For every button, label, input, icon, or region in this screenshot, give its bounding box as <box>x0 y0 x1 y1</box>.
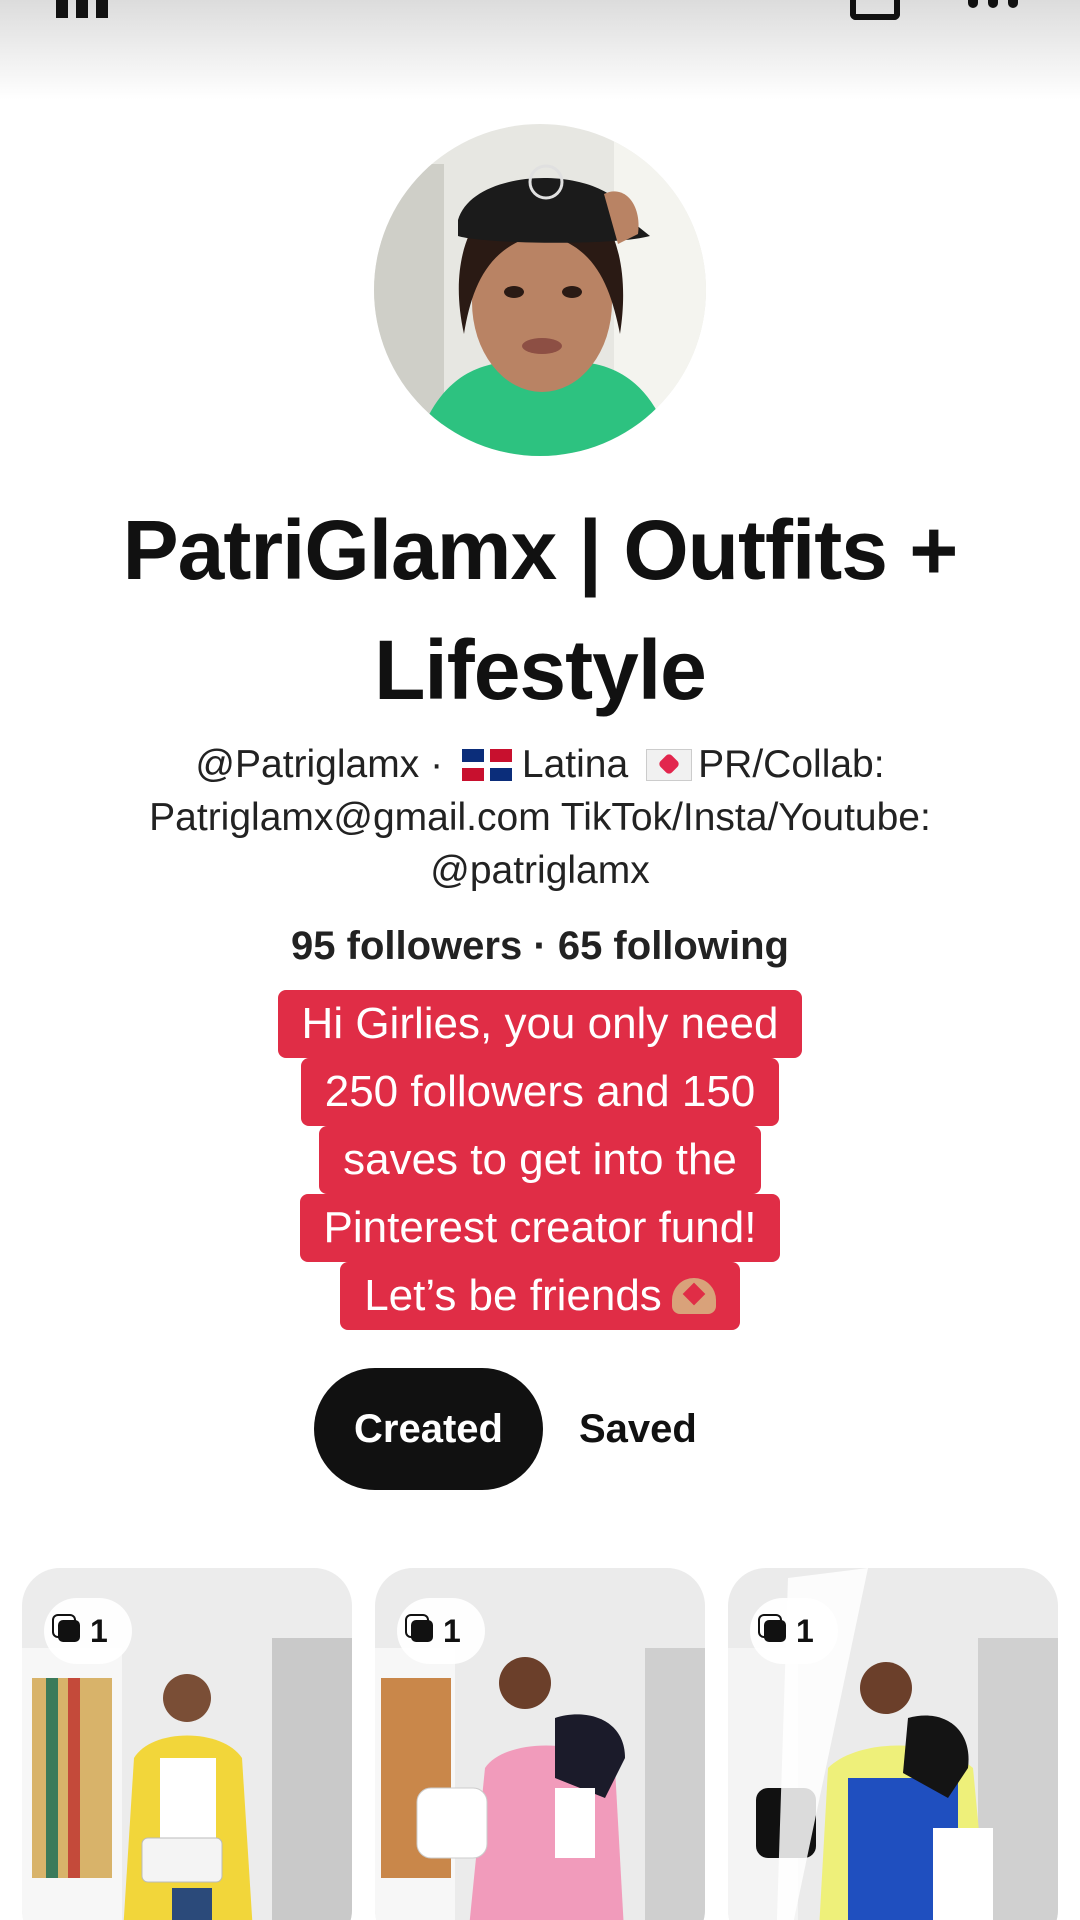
pin-grid: 1 1 1 <box>22 1568 1058 1920</box>
tab-saved[interactable]: Saved <box>543 1368 737 1490</box>
caption-line: 250 followers and 150 <box>300 1058 780 1126</box>
caption-line: Let’s be friends <box>340 1262 740 1330</box>
profile-name: PatriGlamx | Outfits + Lifestyle <box>122 503 959 717</box>
bio-social: TikTok/Insta/Youtube: <box>560 796 931 839</box>
share-icon[interactable] <box>850 0 900 20</box>
following-count[interactable]: 65 following <box>558 924 789 968</box>
pin-count: 1 <box>90 1612 108 1649</box>
pin-card[interactable]: 1 <box>22 1568 352 1920</box>
stack-icon <box>58 1620 80 1642</box>
pin-count: 1 <box>443 1612 461 1649</box>
pin-count-badge: 1 <box>44 1598 132 1664</box>
pin-count: 1 <box>796 1612 814 1649</box>
caption-line: saves to get into the <box>319 1126 761 1194</box>
more-icon[interactable] <box>968 0 1018 8</box>
bio-separator: · <box>430 743 444 786</box>
stats-separator: · <box>533 924 547 968</box>
avatar[interactable] <box>374 124 706 456</box>
library-icon[interactable] <box>56 0 110 20</box>
caption-line: Pinterest creator fund! <box>299 1194 781 1262</box>
profile-tabs: Created Saved <box>314 1368 737 1490</box>
caption-line-text: Let’s be friends <box>364 1271 662 1320</box>
pin-count-badge: 1 <box>397 1598 485 1664</box>
heart-hands-icon <box>671 1278 716 1314</box>
bio-pr: PR/Collab: <box>698 743 885 786</box>
profile-handle: @Patriglamx <box>195 743 420 786</box>
profile-bio: @Patriglamx · Latina PR/Collab: Patriglam… <box>40 738 1040 897</box>
followers-count[interactable]: 95 followers <box>291 924 522 968</box>
love-letter-icon <box>646 749 693 781</box>
pin-count-badge: 1 <box>750 1598 838 1664</box>
top-bar <box>0 0 1080 100</box>
dominican-flag-icon <box>461 749 512 781</box>
bio-email: Patriglamx@gmail.com <box>149 796 551 839</box>
caption-overlay: Hi Girlies, you only need 250 followers … <box>0 990 1080 1330</box>
bio-social-handle: @patriglamx <box>430 849 650 892</box>
pin-card[interactable]: 1 <box>728 1568 1058 1920</box>
stack-icon <box>411 1620 433 1642</box>
caption-line: Hi Girlies, you only need <box>277 990 803 1058</box>
stack-icon <box>764 1620 786 1642</box>
follow-stats: 95 followers · 65 following <box>40 920 1040 972</box>
pin-card[interactable]: 1 <box>375 1568 705 1920</box>
tab-created[interactable]: Created <box>314 1368 543 1490</box>
bio-latina: Latina <box>521 743 629 786</box>
